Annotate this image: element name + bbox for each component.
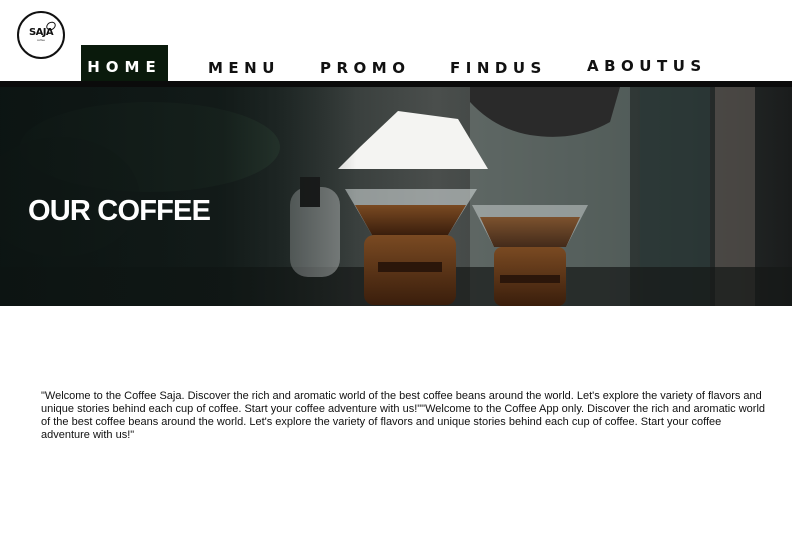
hero-title: OUR COFFEE bbox=[28, 195, 211, 227]
logo-subtext: coffee bbox=[36, 38, 46, 42]
nav-promo[interactable]: PROMO bbox=[320, 59, 410, 77]
hero-banner: OUR COFFEE bbox=[0, 87, 792, 306]
nav-find-us[interactable]: FINDUS bbox=[450, 59, 547, 77]
brand-logo[interactable]: SAJA coffee bbox=[17, 11, 65, 59]
welcome-paragraph: "Welcome to the Coffee Saja. Discover th… bbox=[41, 390, 766, 441]
nav-about-us[interactable]: ABOUTUS bbox=[587, 57, 707, 75]
nav-menu[interactable]: MENU bbox=[208, 59, 280, 77]
